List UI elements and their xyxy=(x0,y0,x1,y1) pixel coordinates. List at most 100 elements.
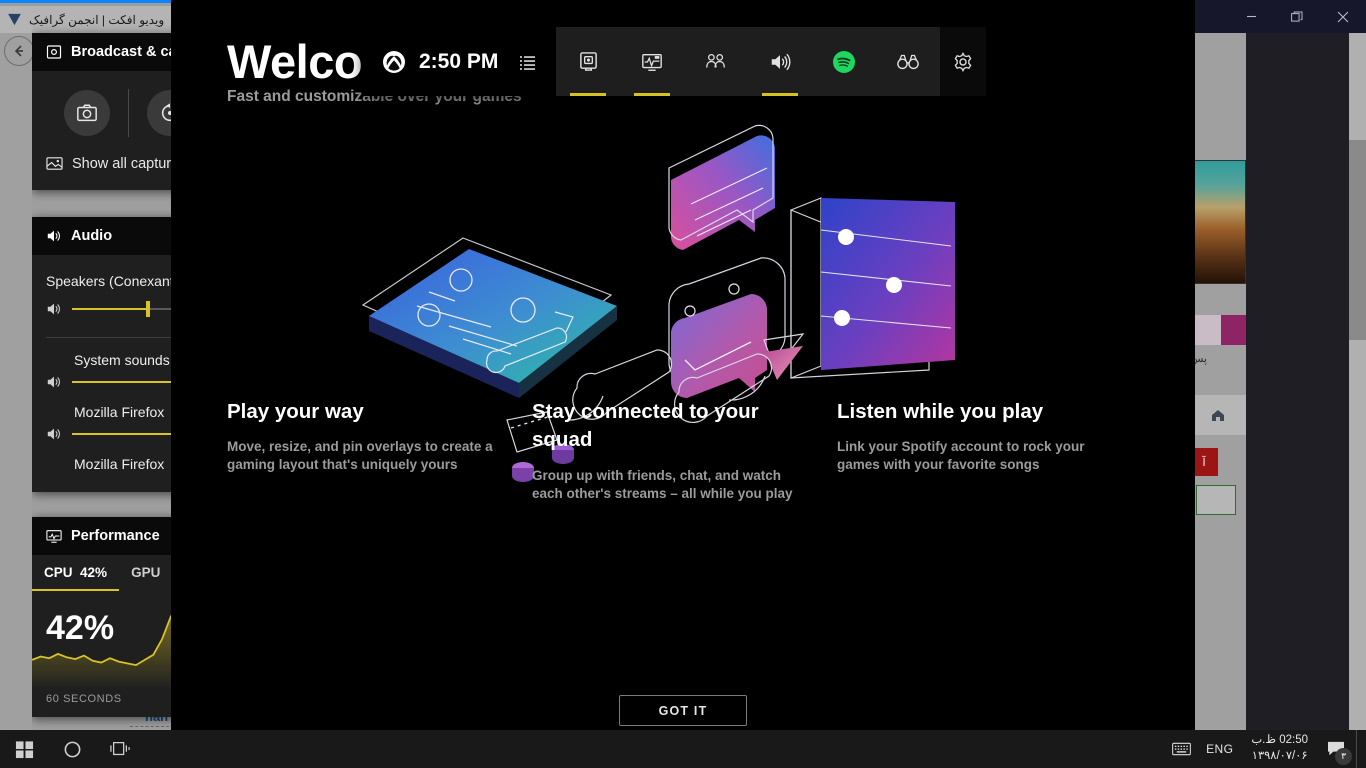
home-icon xyxy=(1212,410,1224,421)
gamebar-settings-button[interactable] xyxy=(940,27,987,96)
audio-app-slider-1[interactable] xyxy=(72,433,171,435)
toolbar-item-xbox-social[interactable] xyxy=(684,27,748,96)
browser-logo-icon xyxy=(8,13,21,26)
browser-back-button[interactable] xyxy=(4,36,34,66)
audio-app-name-0: System sounds xyxy=(74,352,170,368)
close-icon xyxy=(1337,11,1349,22)
touch-keyboard-button[interactable] xyxy=(1166,730,1196,768)
page-scrollbar-track[interactable] xyxy=(1349,30,1366,730)
restore-icon xyxy=(1291,11,1303,22)
task-view-icon xyxy=(110,742,130,756)
toolbar-item-spotify[interactable] xyxy=(812,27,876,96)
gamebar-toolbar-left: 2:50 PM xyxy=(363,27,557,96)
toolbar-item-audio-indicator xyxy=(762,93,799,96)
gamebar-toolbar: 2:50 PM xyxy=(363,27,987,96)
clock-date: ۱۳۹۸/۰۷/۰۶ xyxy=(1251,750,1308,762)
feature-heading-0: Play your way xyxy=(227,400,364,423)
widget-audio: Audio Speakers (Conexant SmartAudio HD) xyxy=(32,217,171,492)
action-center-button[interactable]: ۳ xyxy=(1316,730,1356,768)
widget-performance: Performance CPU 42% GPU 42% 60 SECONDS xyxy=(32,517,171,717)
show-desktop-button[interactable] xyxy=(1356,730,1362,768)
widget-broadcast-body: Show all captures xyxy=(32,71,171,190)
window-restore-button[interactable] xyxy=(1274,0,1320,33)
broadcast-icon xyxy=(46,45,62,59)
feature-heading-1: Stay connected to your squad xyxy=(532,400,759,452)
feature-body-2: Link your Spotify account to rock your g… xyxy=(837,439,1085,473)
widget-broadcast-header[interactable]: Broadcast & capture xyxy=(32,33,171,71)
start-button[interactable] xyxy=(0,730,48,768)
touch-keyboard-icon xyxy=(1171,742,1191,756)
feature-list: Play your way Move, resize, and pin over… xyxy=(227,398,1147,502)
feature-body-1: Group up with friends, chat, and watch e… xyxy=(532,467,793,501)
audio-device-volume-row[interactable] xyxy=(46,301,171,317)
gear-icon xyxy=(954,51,972,72)
widget-menu-icon xyxy=(520,55,536,70)
got-it-button[interactable]: GOT IT xyxy=(619,695,747,726)
page-scrollbar-thumb[interactable] xyxy=(1349,140,1366,340)
xbox-logo-icon xyxy=(383,50,405,73)
performance-value: 42% xyxy=(46,609,115,647)
screenshot-button[interactable] xyxy=(64,90,110,136)
task-view-button[interactable] xyxy=(96,730,144,768)
cortana-button[interactable] xyxy=(48,730,96,768)
feature-item-1: Stay connected to your squad Group up wi… xyxy=(532,398,837,502)
feature-heading-2: Listen while you play xyxy=(837,400,1044,423)
audio-app-name-1: Mozilla Firefox xyxy=(74,404,165,420)
audio-device-slider-knob[interactable] xyxy=(146,301,151,317)
page-image-thumbnail xyxy=(1190,160,1246,284)
toolbar-item-capture[interactable] xyxy=(556,27,620,96)
feature-item-2: Listen while you play Link your Spotify … xyxy=(837,398,1142,502)
record-last-button[interactable] xyxy=(147,90,171,136)
show-all-captures-label: Show all captures xyxy=(72,155,171,172)
speaker-icon xyxy=(47,230,60,242)
windows-start-icon xyxy=(15,740,33,758)
binoculars-icon xyxy=(897,54,920,69)
xbox-logo-button[interactable] xyxy=(377,50,411,74)
window-titlebar xyxy=(1195,0,1366,33)
clock-area[interactable]: 02:50 ظ.ب ۱۳۹۸/۰۷/۰۶ xyxy=(1243,733,1316,764)
notification-badge: ۳ xyxy=(1335,748,1352,765)
audio-app-name-2: Mozilla Firefox xyxy=(74,456,165,472)
performance-tab-cpu[interactable]: CPU 42% xyxy=(32,555,120,591)
show-all-captures-button[interactable]: Show all captures xyxy=(46,145,171,176)
perf-tab-cpu-value: 42% xyxy=(80,565,108,580)
widget-performance-header[interactable]: Performance xyxy=(32,517,171,555)
audio-device-slider[interactable] xyxy=(72,301,171,317)
capture-divider xyxy=(128,89,129,137)
toolbar-item-performance[interactable] xyxy=(620,27,684,96)
audio-icon xyxy=(772,53,791,70)
toolbar-item-looking-for-group[interactable] xyxy=(876,27,940,96)
window-minimize-button[interactable] xyxy=(1228,0,1274,33)
toolbar-item-performance-indicator xyxy=(634,93,671,96)
widget-menu-button[interactable] xyxy=(510,52,546,72)
toolbar-item-capture-indicator xyxy=(570,93,607,96)
taskbar-tray: ENG 02:50 ظ.ب ۱۳۹۸/۰۷/۰۶ ۳ xyxy=(1166,730,1366,768)
cortana-icon xyxy=(64,741,80,757)
audio-app-volume-row-1[interactable] xyxy=(46,426,171,442)
audio-app-volume-row-0[interactable] xyxy=(46,374,171,390)
window-close-button[interactable] xyxy=(1320,0,1366,33)
language-indicator[interactable]: ENG xyxy=(1196,742,1243,756)
performance-icon xyxy=(642,53,663,71)
performance-tab-gpu[interactable]: GPU xyxy=(119,555,171,591)
page-home-button[interactable] xyxy=(1190,395,1246,435)
page-caption: پس xyxy=(1190,353,1208,365)
widget-audio-header[interactable]: Audio xyxy=(32,217,171,255)
taskbar-left xyxy=(0,730,144,768)
performance-icon xyxy=(46,530,62,543)
gamebar-clock: 2:50 PM xyxy=(419,49,499,73)
capture-icon xyxy=(580,52,597,71)
clock-time: 02:50 ظ.ب xyxy=(1251,734,1308,747)
toolbar-item-audio[interactable] xyxy=(748,27,812,96)
audio-app-slider-0[interactable] xyxy=(72,381,171,383)
back-arrow-icon xyxy=(14,45,23,57)
spotify-icon xyxy=(833,50,856,73)
volume-icon xyxy=(47,303,60,315)
page-color-swatch xyxy=(1190,315,1246,345)
widget-broadcast-title: Broadcast & capture xyxy=(71,44,171,60)
perf-tab-gpu-label: GPU xyxy=(131,565,161,580)
audio-divider xyxy=(46,337,171,338)
gamebar-toolbar-items xyxy=(556,27,940,96)
performance-chart: 42% xyxy=(32,595,171,687)
xbox-social-icon xyxy=(706,53,726,68)
